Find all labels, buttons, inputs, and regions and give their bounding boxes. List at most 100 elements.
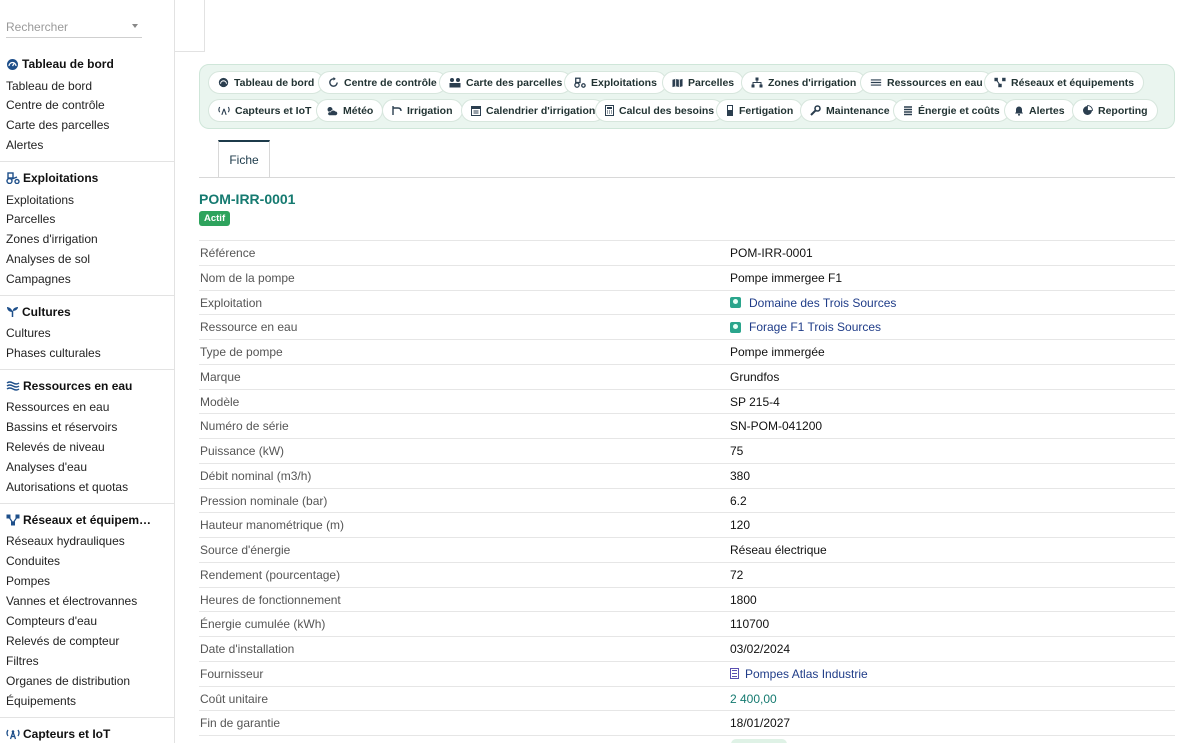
top-panel	[175, 0, 205, 52]
nav-pill-exploitations[interactable]: Exploitations	[564, 71, 667, 94]
sidebar-item[interactable]: Compteurs d'eau	[6, 614, 97, 628]
sensor-icon	[218, 106, 230, 115]
cloud-sun-icon	[327, 106, 338, 116]
nav-pill-meteo[interactable]: Météo	[316, 99, 384, 122]
field-value-text: 18/01/2027	[730, 716, 791, 731]
sidebar-item[interactable]: Ressources en eau	[6, 400, 109, 414]
nav-pill-calcul-besoins[interactable]: Calcul des besoins	[595, 99, 725, 122]
sidebar-section-cultures[interactable]: Cultures	[6, 305, 71, 319]
network-icon	[6, 514, 20, 526]
sidebar-item[interactable]: Phases culturales	[6, 346, 101, 360]
flask-icon	[727, 105, 733, 116]
nav-pill-tableau-de-bord[interactable]: Tableau de bord	[208, 71, 325, 94]
status-badge: Actif	[199, 211, 231, 226]
detail-row: Exploitation Domaine des Trois Sources	[199, 289, 1175, 315]
detail-row: Débit nominal (m3/h) 380	[199, 462, 1175, 488]
gauge-icon	[7, 58, 18, 70]
map-pins-icon	[449, 78, 461, 88]
field-value[interactable]: Forage F1 Trois Sources	[730, 320, 881, 334]
nav-pill-label: Capteurs et IoT	[235, 104, 312, 117]
field-value-text: Forage F1 Trois Sources	[749, 320, 882, 335]
detail-row: Coût unitaire 2 400,00	[199, 685, 1175, 711]
nav-pill-irrigation[interactable]: Irrigation	[382, 99, 463, 122]
sidebar-item[interactable]: Vannes et électrovannes	[6, 594, 137, 608]
sidebar-item[interactable]: Tableau de bord	[6, 79, 92, 93]
pie-chart-icon	[1083, 105, 1093, 115]
field-label: Type de pompe	[200, 345, 283, 359]
sidebar-item[interactable]: Filtres	[6, 654, 39, 668]
field-value-text: 380	[730, 468, 751, 483]
sidebar-item[interactable]: Autorisations et quotas	[6, 480, 128, 494]
sidebar-item[interactable]: Bassins et réservoirs	[6, 420, 117, 434]
search-select[interactable]: Rechercher	[6, 18, 142, 38]
sidebar-section-capteurs[interactable]: Capteurs et IoT	[6, 727, 110, 741]
nav-pill-label: Exploitations	[591, 76, 657, 89]
field-value-text: Domaine des Trois Sources	[749, 295, 897, 310]
sidebar-item[interactable]: Relevés de compteur	[6, 634, 119, 648]
field-value-text: Réseau électrique	[730, 543, 827, 557]
tractor-icon	[574, 77, 586, 88]
sidebar-item[interactable]: Alertes	[6, 138, 43, 152]
nav-pill-label: Carte des parcelles	[466, 76, 563, 89]
field-value-text: 1800	[730, 592, 757, 607]
detail-row: Numéro de série SN-POM-041200	[199, 413, 1175, 438]
nav-pill-label: Irrigation	[407, 104, 453, 117]
sidebar-item[interactable]: Exploitations	[6, 193, 74, 207]
sidebar-item[interactable]: Équipements	[6, 694, 76, 708]
sidebar-section-exploitations[interactable]: Exploitations	[6, 171, 98, 185]
water-icon	[6, 381, 20, 391]
search-placeholder: Rechercher	[6, 20, 69, 34]
nav-pill-carte-des-parcelles[interactable]: Carte des parcelles	[439, 71, 573, 94]
nav-pill-calendrier[interactable]: Calendrier d'irrigation	[461, 99, 606, 122]
nav-pill-fertigation[interactable]: Fertigation	[716, 99, 804, 122]
nav-pill-zones-irrigation[interactable]: Zones d'irrigation	[741, 71, 867, 94]
nav-pill-label: Météo	[343, 104, 374, 117]
sidebar-item[interactable]: Relevés de niveau	[6, 440, 105, 454]
sidebar-section-ressources[interactable]: Ressources en eau	[6, 379, 132, 393]
sidebar-section-title: Ressources en eau	[23, 379, 133, 393]
field-label: Fournisseur	[200, 666, 264, 681]
detail-row: Source d'énergie Réseau électrique	[199, 537, 1175, 562]
nav-pill-parcelles[interactable]: Parcelles	[662, 71, 745, 94]
field-value: 6.2	[730, 494, 747, 508]
field-value: 18/01/2027	[730, 716, 790, 730]
sidebar-item[interactable]: Parcelles	[6, 212, 55, 226]
detail-row: Énergie cumulée (kWh) 110700	[199, 611, 1175, 636]
sidebar-item[interactable]: Analyses de sol	[6, 252, 90, 266]
divider	[0, 369, 174, 370]
sidebar-item[interactable]: Carte des parcelles	[6, 118, 109, 132]
field-value-text: 72	[730, 567, 744, 582]
field-value: 03/02/2024	[730, 642, 790, 656]
sidebar-section-title: Capteurs et IoT	[23, 727, 111, 741]
tab-fiche[interactable]: Fiche	[218, 140, 270, 178]
field-value[interactable]: Domaine des Trois Sources	[730, 296, 896, 310]
sidebar-item[interactable]: Organes de distribution	[6, 674, 130, 688]
field-label: Modèle	[200, 394, 240, 409]
sidebar-item[interactable]: Zones d'irrigation	[6, 232, 98, 246]
field-value: 110700	[730, 617, 769, 631]
nav-pill-label: Énergie et coûts	[918, 104, 1000, 117]
nav-pill-energie[interactable]: Énergie et coûts	[893, 99, 1010, 122]
chevron-down-icon[interactable]	[132, 24, 138, 28]
sidebar-item[interactable]: Pompes	[6, 574, 50, 588]
nav-pill-centre-de-controle[interactable]: Centre de contrôle	[318, 71, 447, 94]
calculator-icon	[605, 105, 614, 116]
sidebar-item[interactable]: Centre de contrôle	[6, 98, 105, 112]
sidebar-item[interactable]: Conduites	[6, 554, 60, 568]
field-value[interactable]: Pompes Atlas Industrie	[730, 667, 868, 681]
field-label: Nom de la pompe	[200, 270, 295, 285]
sidebar-section-dashboard[interactable]: Tableau de bord	[6, 57, 114, 71]
nav-pill-alertes[interactable]: Alertes	[1004, 99, 1075, 122]
nav-pill-reseaux[interactable]: Réseaux et équipements	[984, 71, 1145, 94]
nav-pill-ressources-en-eau[interactable]: Ressources en eau	[860, 71, 993, 94]
sidebar-section-reseaux[interactable]: Réseaux et équipem…	[6, 513, 151, 527]
nav-pill-label: Réseaux et équipements	[1011, 76, 1135, 89]
field-value: 1800	[730, 593, 757, 607]
nav-pill-reporting[interactable]: Reporting	[1072, 99, 1158, 122]
sidebar-item[interactable]: Réseaux hydrauliques	[6, 534, 125, 548]
nav-pill-maintenance[interactable]: Maintenance	[800, 99, 900, 122]
sidebar-item[interactable]: Campagnes	[6, 272, 71, 286]
nav-pill-capteurs[interactable]: Capteurs et IoT	[208, 99, 322, 122]
sidebar-item[interactable]: Analyses d'eau	[6, 460, 87, 474]
sidebar-item[interactable]: Cultures	[6, 326, 51, 340]
